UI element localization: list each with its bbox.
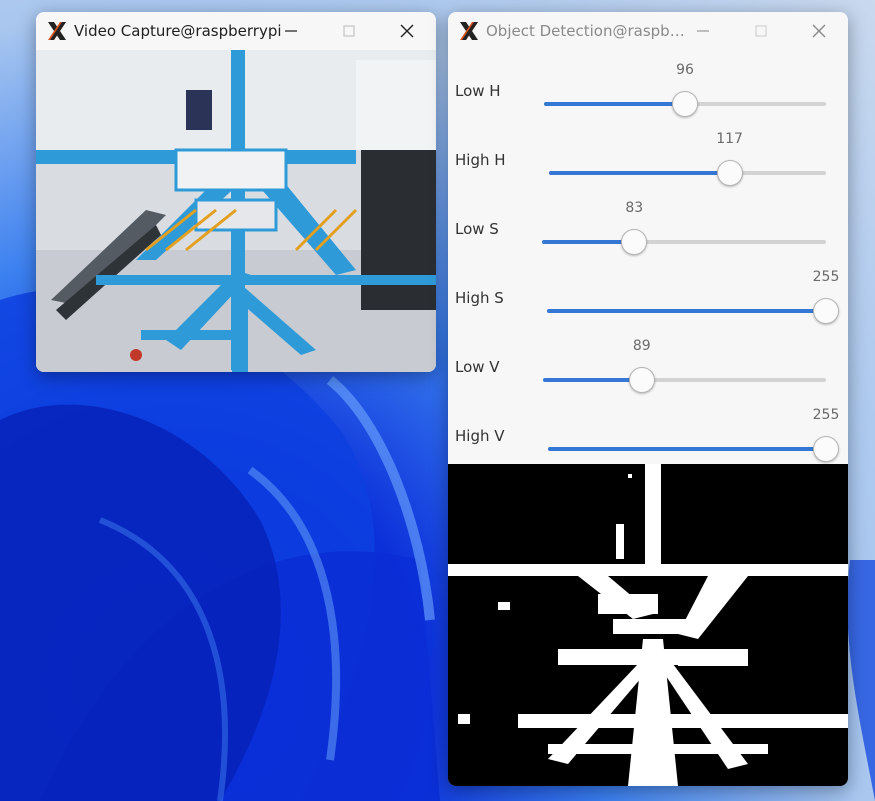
trackbar-label: Low H (455, 82, 501, 100)
trackbar-panel: Low H 96 High H 117 Low S 83 High S 255 Low V 89 H… (448, 62, 848, 464)
minimize-button[interactable] (262, 12, 320, 50)
trackbar-thumb[interactable] (813, 298, 839, 324)
trackbar-thumb[interactable] (628, 367, 655, 393)
maximize-icon (755, 25, 767, 37)
close-icon (812, 24, 826, 38)
trackbar-track[interactable] (542, 229, 826, 255)
trackbar-fill (547, 309, 826, 313)
trackbar-fill (543, 378, 642, 382)
trackbar-value: 83 (625, 200, 644, 216)
minimize-icon (697, 30, 709, 32)
maximize-icon (343, 25, 355, 37)
camera-feed-image (36, 50, 436, 372)
trackbar-value: 255 (812, 407, 840, 423)
minimize-button[interactable] (674, 12, 732, 50)
trackbar-low-v[interactable]: Low V 89 (448, 338, 848, 409)
close-button[interactable] (790, 12, 848, 50)
trackbar-value: 96 (676, 62, 694, 78)
close-icon (400, 24, 414, 38)
trackbar-label: Low V (455, 358, 500, 376)
trackbar-label: Low S (455, 220, 499, 238)
maximize-button[interactable] (320, 12, 378, 50)
x11-app-icon (460, 22, 478, 40)
trackbar-low-s[interactable]: Low S 83 (448, 200, 848, 271)
trackbar-track[interactable] (549, 160, 826, 186)
window-title: Video Capture@raspberrypi (74, 22, 282, 40)
trackbar-value: 255 (812, 269, 840, 285)
trackbar-thumb[interactable] (672, 91, 698, 117)
titlebar[interactable]: Object Detection@raspbe... (448, 12, 848, 50)
titlebar[interactable]: Video Capture@raspberrypi (36, 12, 436, 50)
window-title: Object Detection@raspbe... (486, 22, 686, 40)
trackbar-high-s[interactable]: High S 255 (448, 269, 848, 340)
trackbar-track[interactable] (543, 367, 826, 393)
trackbar-fill (549, 171, 730, 175)
hsv-mask-image (448, 464, 848, 786)
trackbar-thumb[interactable] (813, 436, 839, 462)
trackbar-label: High S (455, 289, 504, 307)
trackbar-label: High H (455, 151, 506, 169)
trackbar-track[interactable] (547, 298, 839, 324)
trackbar-fill (544, 102, 685, 106)
trackbar-thumb[interactable] (716, 160, 743, 186)
x11-app-icon (48, 22, 66, 40)
object-detection-window[interactable]: Object Detection@raspbe... Low H 96 High H… (448, 12, 848, 786)
trackbar-high-h[interactable]: High H 117 (448, 131, 848, 202)
video-capture-window[interactable]: Video Capture@raspberrypi (36, 12, 436, 372)
trackbar-label: High V (455, 427, 505, 445)
trackbar-value: 89 (632, 338, 651, 354)
trackbar-fill (548, 447, 826, 451)
maximize-button[interactable] (732, 12, 790, 50)
trackbar-track[interactable] (548, 436, 839, 462)
trackbar-low-h[interactable]: Low H 96 (448, 62, 848, 133)
minimize-icon (285, 30, 297, 32)
trackbar-track[interactable] (544, 91, 826, 117)
trackbar-thumb[interactable] (621, 229, 648, 255)
close-button[interactable] (378, 12, 436, 50)
trackbar-value: 117 (716, 131, 743, 147)
